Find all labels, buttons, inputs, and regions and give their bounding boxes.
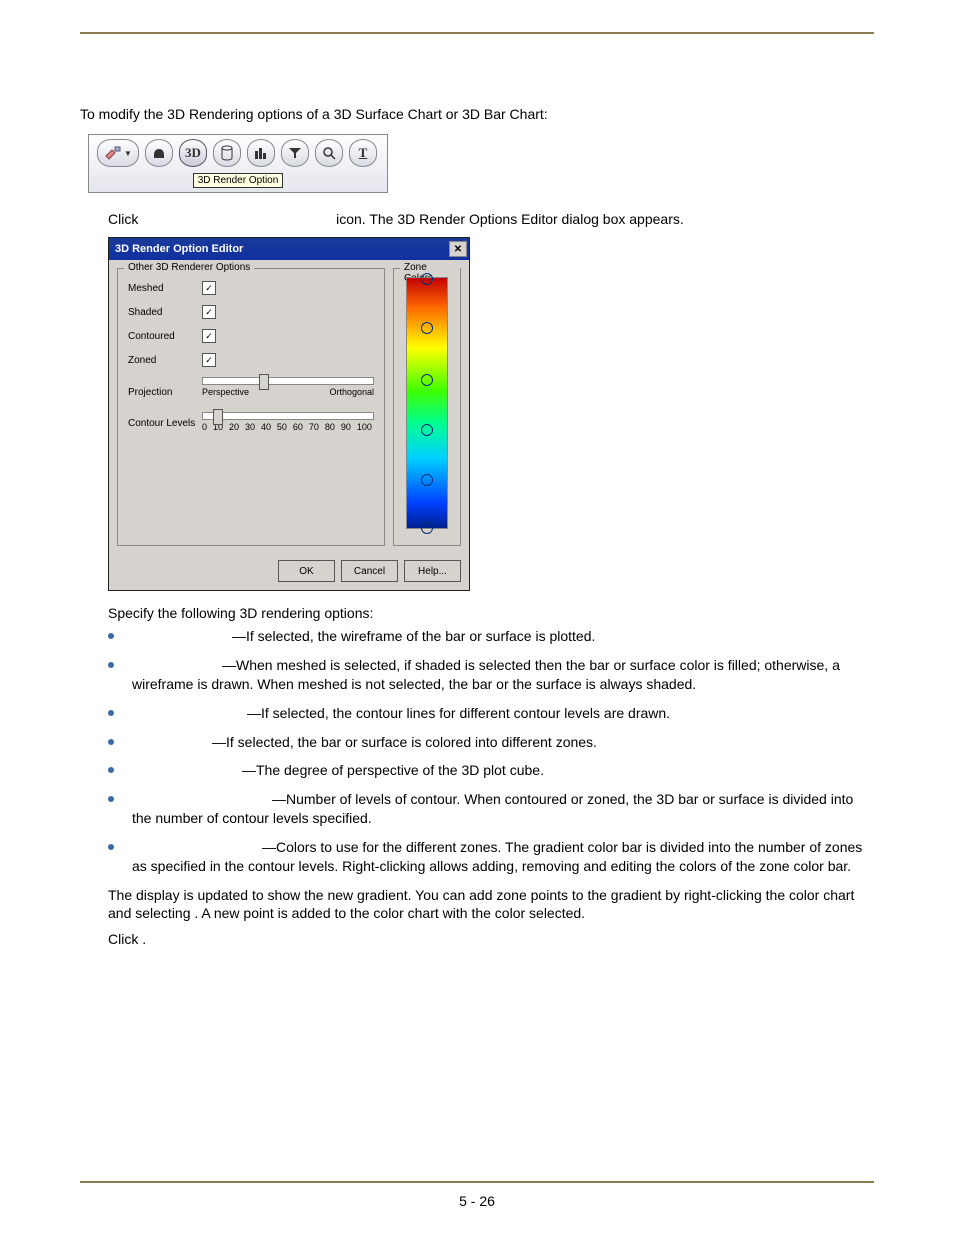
specify-heading: Specify the following 3D rendering optio… <box>108 605 874 621</box>
3d-icon: 3D <box>179 139 207 167</box>
zone-color-bar[interactable] <box>406 277 448 529</box>
close-icon[interactable]: ✕ <box>449 241 467 257</box>
checkbox-contoured[interactable]: ✓ <box>202 329 216 343</box>
bullet-zone-colors: —Colors to use for the different zones. … <box>108 838 874 876</box>
bullet-meshed: —If selected, the wireframe of the bar o… <box>108 627 874 646</box>
cancel-button[interactable]: Cancel <box>341 560 398 582</box>
bullet-list: —If selected, the wireframe of the bar o… <box>108 627 874 876</box>
label-contoured: Contoured <box>128 331 202 342</box>
label-contour-levels: Contour Levels <box>128 412 202 429</box>
text-icon: T <box>349 139 377 167</box>
paint-icon: ▼ <box>97 139 139 167</box>
bullet-shaded: —When meshed is selected, if shaded is s… <box>108 656 874 694</box>
tooltip-3d-render-option: 3D Render Option <box>193 173 284 188</box>
help-button[interactable]: Help... <box>404 560 461 582</box>
step-click-pre: Click <box>108 211 138 227</box>
fieldset-zone-colors: Zone Colors <box>393 268 461 546</box>
intro-text: To modify the 3D Rendering options of a … <box>80 106 874 122</box>
step-click-post: icon. The 3D Render Options Editor dialo… <box>336 211 684 227</box>
scale-ticks: 0102030405060708090100 <box>202 422 372 432</box>
ok-button[interactable]: OK <box>278 560 335 582</box>
post-paragraph-1: The display is updated to show the new g… <box>108 886 874 922</box>
bars-icon <box>247 139 275 167</box>
bottom-rule <box>80 1181 874 1183</box>
bullet-contoured: —If selected, the contour lines for diff… <box>108 704 874 723</box>
post-paragraph-2: Click . <box>108 930 874 948</box>
top-rule <box>80 32 874 34</box>
label-projection: Projection <box>128 377 202 398</box>
dialog-title-text: 3D Render Option Editor <box>115 243 243 255</box>
fieldset-other-3d-options: Other 3D Renderer Options Meshed ✓ Shade… <box>117 268 385 546</box>
legend-other: Other 3D Renderer Options <box>124 262 254 273</box>
bullet-projection: —The degree of perspective of the 3D plo… <box>108 761 874 780</box>
filter-icon <box>281 139 309 167</box>
checkbox-meshed[interactable]: ✓ <box>202 281 216 295</box>
cylinder-icon <box>213 139 241 167</box>
toolbar-image: ▼ 3D T 3 <box>88 134 388 193</box>
hand-icon <box>145 139 173 167</box>
checkbox-zoned[interactable]: ✓ <box>202 353 216 367</box>
slider-projection[interactable] <box>202 377 374 385</box>
step-click-line: Click icon. The 3D Render Options Editor… <box>108 211 874 227</box>
label-zoned: Zoned <box>128 355 202 366</box>
label-shaded: Shaded <box>128 307 202 318</box>
page-number: 5 - 26 <box>0 1193 954 1209</box>
slider-contour-levels[interactable] <box>202 412 374 420</box>
bullet-contour-levels: —Number of levels of contour. When conto… <box>108 790 874 828</box>
dialog-3d-render-option-editor: 3D Render Option Editor ✕ Other 3D Rende… <box>108 237 470 591</box>
bullet-zoned: —If selected, the bar or surface is colo… <box>108 733 874 752</box>
label-meshed: Meshed <box>128 283 202 294</box>
label-orthogonal: Orthogonal <box>329 387 374 397</box>
checkbox-shaded[interactable]: ✓ <box>202 305 216 319</box>
zoom-icon <box>315 139 343 167</box>
label-perspective: Perspective <box>202 387 249 397</box>
